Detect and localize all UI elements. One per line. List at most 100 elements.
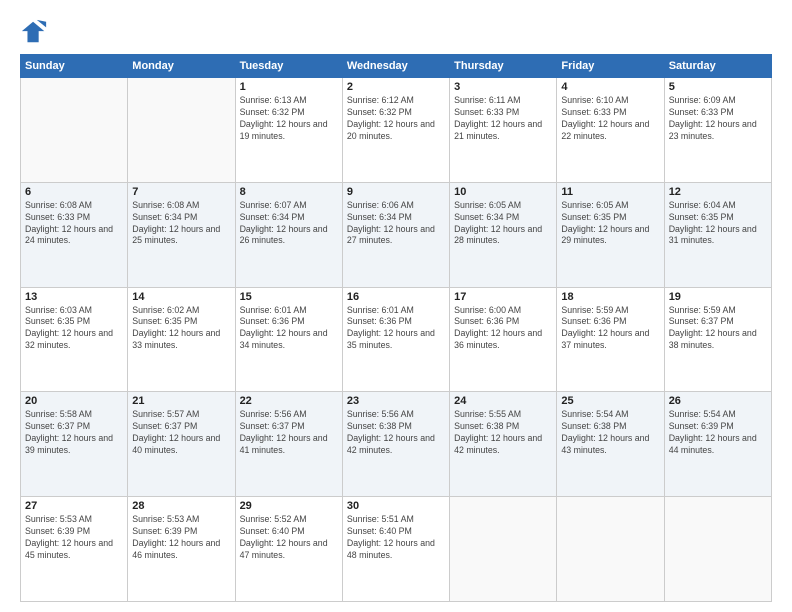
cell-info-text: Sunrise: 6:09 AM Sunset: 6:33 PM Dayligh… (669, 95, 767, 143)
calendar-cell: 28Sunrise: 5:53 AM Sunset: 6:39 PM Dayli… (128, 497, 235, 602)
cell-day-number: 12 (669, 186, 767, 198)
cell-day-number: 11 (561, 186, 659, 198)
cell-day-number: 21 (132, 395, 230, 407)
weekday-header-monday: Monday (128, 55, 235, 78)
calendar-cell: 9Sunrise: 6:06 AM Sunset: 6:34 PM Daylig… (342, 182, 449, 287)
calendar-week-2: 6Sunrise: 6:08 AM Sunset: 6:33 PM Daylig… (21, 182, 772, 287)
cell-day-number: 20 (25, 395, 123, 407)
calendar-cell: 27 Sunrise: 5:53 AM Sunset: 6:39 PM Dayli… (21, 497, 128, 602)
calendar-cell: 5 Sunrise: 6:09 AM Sunset: 6:33 PM Daylig… (664, 78, 771, 183)
calendar-table: SundayMondayTuesdayWednesdayThursdayFrid… (20, 54, 772, 602)
calendar-cell: 30 Sunrise: 5:51 AM Sunset: 6:40 PM Dayli… (342, 497, 449, 602)
cell-day-number: 29 (240, 500, 338, 512)
cell-info-text: Sunrise: 6:07 AM Sunset: 6:34 PM Dayligh… (240, 200, 338, 248)
calendar-cell: 29 Sunrise: 5:52 AM Sunset: 6:40 PM Dayli… (235, 497, 342, 602)
cell-day-number: 22 (240, 395, 338, 407)
weekday-header-thursday: Thursday (450, 55, 557, 78)
cell-day-number: 26 (669, 395, 767, 407)
calendar-cell: 21 Sunrise: 5:57 AM Sunset: 6:37 PM Dayli… (128, 392, 235, 497)
calendar-cell: 15 Sunrise: 6:01 AM Sunset: 6:36 PM Dayli… (235, 287, 342, 392)
calendar-cell: 12 Sunrise: 6:04 AM Sunset: 6:35 PM Dayli… (664, 182, 771, 287)
calendar-cell: 8 Sunrise: 6:07 AM Sunset: 6:34 PM Daylig… (235, 182, 342, 287)
cell-info-text: Sunrise: 6:03 AM Sunset: 6:35 PM Dayligh… (25, 305, 123, 353)
cell-info-text: Sunrise: 5:52 AM Sunset: 6:40 PM Dayligh… (240, 514, 338, 562)
calendar-cell: 25 Sunrise: 5:54 AM Sunset: 6:38 PM Dayli… (557, 392, 664, 497)
weekday-header-sunday: Sunday (21, 55, 128, 78)
cell-day-number: 14 (132, 291, 230, 303)
calendar-cell: 6Sunrise: 6:08 AM Sunset: 6:33 PM Daylig… (21, 182, 128, 287)
logo (20, 18, 52, 46)
header (20, 18, 772, 46)
cell-info-text: Sunrise: 5:56 AM Sunset: 6:37 PM Dayligh… (240, 409, 338, 457)
cell-info-text: Sunrise: 6:01 AM Sunset: 6:36 PM Dayligh… (240, 305, 338, 353)
cell-info-text: Sunrise: 6:11 AM Sunset: 6:33 PM Dayligh… (454, 95, 552, 143)
calendar-cell: 11Sunrise: 6:05 AM Sunset: 6:35 PM Dayli… (557, 182, 664, 287)
cell-info-text: Sunrise: 6:05 AM Sunset: 6:34 PM Dayligh… (454, 200, 552, 248)
page: SundayMondayTuesdayWednesdayThursdayFrid… (0, 0, 792, 612)
cell-info-text: Sunrise: 5:59 AM Sunset: 6:36 PM Dayligh… (561, 305, 659, 353)
calendar-cell: 20 Sunrise: 5:58 AM Sunset: 6:37 PM Dayli… (21, 392, 128, 497)
cell-info-text: Sunrise: 6:13 AM Sunset: 6:32 PM Dayligh… (240, 95, 338, 143)
calendar-cell: 14 Sunrise: 6:02 AM Sunset: 6:35 PM Dayli… (128, 287, 235, 392)
calendar-cell: 18Sunrise: 5:59 AM Sunset: 6:36 PM Dayli… (557, 287, 664, 392)
calendar-cell: 7 Sunrise: 6:08 AM Sunset: 6:34 PM Daylig… (128, 182, 235, 287)
cell-day-number: 28 (132, 500, 230, 512)
weekday-header-tuesday: Tuesday (235, 55, 342, 78)
cell-info-text: Sunrise: 6:04 AM Sunset: 6:35 PM Dayligh… (669, 200, 767, 248)
cell-day-number: 2 (347, 81, 445, 93)
cell-day-number: 7 (132, 186, 230, 198)
calendar-cell: 23 Sunrise: 5:56 AM Sunset: 6:38 PM Dayli… (342, 392, 449, 497)
cell-day-number: 25 (561, 395, 659, 407)
calendar-cell: 19 Sunrise: 5:59 AM Sunset: 6:37 PM Dayli… (664, 287, 771, 392)
cell-info-text: Sunrise: 6:08 AM Sunset: 6:34 PM Dayligh… (132, 200, 230, 248)
calendar-cell (21, 78, 128, 183)
cell-info-text: Sunrise: 6:08 AM Sunset: 6:33 PM Dayligh… (25, 200, 123, 248)
cell-info-text: Sunrise: 5:59 AM Sunset: 6:37 PM Dayligh… (669, 305, 767, 353)
cell-day-number: 8 (240, 186, 338, 198)
calendar-cell: 1 Sunrise: 6:13 AM Sunset: 6:32 PM Daylig… (235, 78, 342, 183)
cell-info-text: Sunrise: 5:53 AM Sunset: 6:39 PM Dayligh… (25, 514, 123, 562)
calendar-cell: 16 Sunrise: 6:01 AM Sunset: 6:36 PM Dayli… (342, 287, 449, 392)
cell-info-text: Sunrise: 6:02 AM Sunset: 6:35 PM Dayligh… (132, 305, 230, 353)
cell-day-number: 19 (669, 291, 767, 303)
cell-day-number: 4 (561, 81, 659, 93)
cell-day-number: 23 (347, 395, 445, 407)
cell-day-number: 24 (454, 395, 552, 407)
calendar-cell (557, 497, 664, 602)
calendar-cell (128, 78, 235, 183)
cell-info-text: Sunrise: 6:00 AM Sunset: 6:36 PM Dayligh… (454, 305, 552, 353)
weekday-header-wednesday: Wednesday (342, 55, 449, 78)
cell-info-text: Sunrise: 5:51 AM Sunset: 6:40 PM Dayligh… (347, 514, 445, 562)
cell-day-number: 16 (347, 291, 445, 303)
calendar-cell: 3 Sunrise: 6:11 AM Sunset: 6:33 PM Daylig… (450, 78, 557, 183)
calendar-cell: 26Sunrise: 5:54 AM Sunset: 6:39 PM Dayli… (664, 392, 771, 497)
cell-day-number: 27 (25, 500, 123, 512)
cell-day-number: 5 (669, 81, 767, 93)
calendar-cell: 13Sunrise: 6:03 AM Sunset: 6:35 PM Dayli… (21, 287, 128, 392)
cell-info-text: Sunrise: 5:55 AM Sunset: 6:38 PM Dayligh… (454, 409, 552, 457)
cell-info-text: Sunrise: 5:54 AM Sunset: 6:38 PM Dayligh… (561, 409, 659, 457)
cell-info-text: Sunrise: 6:01 AM Sunset: 6:36 PM Dayligh… (347, 305, 445, 353)
cell-info-text: Sunrise: 5:58 AM Sunset: 6:37 PM Dayligh… (25, 409, 123, 457)
calendar-cell: 10 Sunrise: 6:05 AM Sunset: 6:34 PM Dayli… (450, 182, 557, 287)
cell-day-number: 3 (454, 81, 552, 93)
cell-day-number: 1 (240, 81, 338, 93)
cell-info-text: Sunrise: 6:12 AM Sunset: 6:32 PM Dayligh… (347, 95, 445, 143)
cell-info-text: Sunrise: 5:56 AM Sunset: 6:38 PM Dayligh… (347, 409, 445, 457)
calendar-cell: 2 Sunrise: 6:12 AM Sunset: 6:32 PM Daylig… (342, 78, 449, 183)
calendar-cell (664, 497, 771, 602)
calendar-week-4: 20 Sunrise: 5:58 AM Sunset: 6:37 PM Dayli… (21, 392, 772, 497)
calendar-week-3: 13Sunrise: 6:03 AM Sunset: 6:35 PM Dayli… (21, 287, 772, 392)
weekday-header-friday: Friday (557, 55, 664, 78)
cell-day-number: 17 (454, 291, 552, 303)
calendar-week-1: 1 Sunrise: 6:13 AM Sunset: 6:32 PM Daylig… (21, 78, 772, 183)
calendar-cell: 22 Sunrise: 5:56 AM Sunset: 6:37 PM Dayli… (235, 392, 342, 497)
cell-day-number: 15 (240, 291, 338, 303)
calendar-cell: 24 Sunrise: 5:55 AM Sunset: 6:38 PM Dayli… (450, 392, 557, 497)
cell-info-text: Sunrise: 6:10 AM Sunset: 6:33 PM Dayligh… (561, 95, 659, 143)
cell-info-text: Sunrise: 5:57 AM Sunset: 6:37 PM Dayligh… (132, 409, 230, 457)
cell-day-number: 30 (347, 500, 445, 512)
weekday-header-row: SundayMondayTuesdayWednesdayThursdayFrid… (21, 55, 772, 78)
cell-day-number: 10 (454, 186, 552, 198)
calendar-week-5: 27 Sunrise: 5:53 AM Sunset: 6:39 PM Dayli… (21, 497, 772, 602)
